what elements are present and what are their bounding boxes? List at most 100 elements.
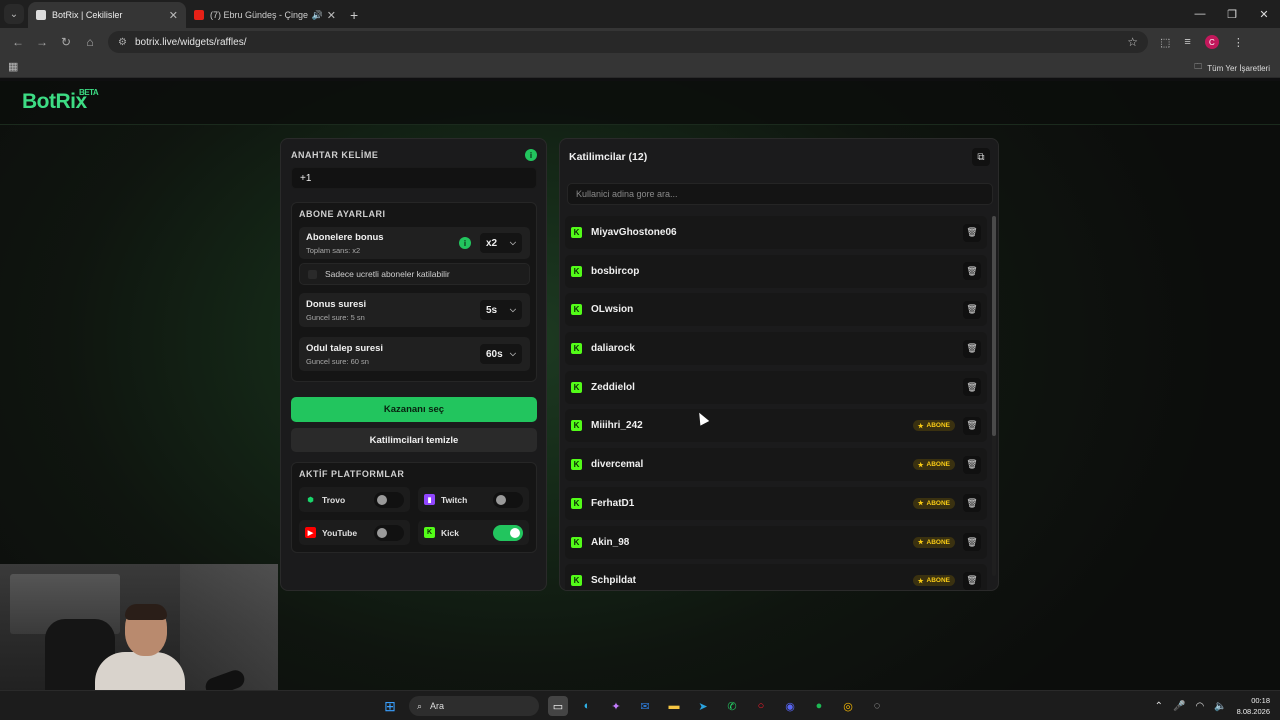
tab-botrix[interactable]: BotRix | Cekilisler ✕: [28, 2, 186, 28]
chrome-icon[interactable]: ◎: [838, 696, 858, 716]
menu-icon[interactable]: ⋮: [1233, 36, 1244, 49]
platform-name: Kick: [441, 527, 459, 538]
pick-winner-button[interactable]: Kazananı seç: [291, 397, 537, 422]
kick-icon: K: [571, 304, 582, 316]
forward-icon[interactable]: →: [30, 35, 54, 49]
wifi-icon[interactable]: ◠: [1195, 701, 1204, 712]
clear-participants-button[interactable]: Katilimcilari temizle: [291, 428, 537, 452]
speaker-icon[interactable]: 🔊: [312, 10, 323, 21]
subscriber-settings-title: ABONE AYARLARI: [299, 209, 386, 219]
subscriber-bonus-select[interactable]: x2 ⌵: [480, 233, 522, 253]
claim-time-select[interactable]: 60s ⌵: [480, 344, 522, 364]
edge-icon[interactable]: ◐: [577, 696, 597, 716]
extensions-icon[interactable]: ⬚: [1160, 36, 1170, 49]
beta-badge: BETA: [79, 88, 99, 97]
subscriber-bonus-desc: Toplam sans: x2: [306, 246, 361, 255]
close-window-icon[interactable]: ✕: [1248, 0, 1280, 28]
participant-row: K Zeddielol 🗑: [565, 370, 987, 404]
taskbar-search[interactable]: ⌕ Ara: [409, 696, 539, 716]
kick-icon: K: [571, 265, 582, 277]
claim-time-desc: Guncel sure: 60 sn: [306, 357, 369, 366]
paid-only-checkbox[interactable]: [308, 269, 317, 279]
botrix-logo[interactable]: BotRix BETA: [22, 88, 99, 114]
participant-search-input[interactable]: Kullanici adina gore ara...: [567, 183, 993, 205]
windows-start-icon[interactable]: ⊞: [380, 696, 400, 716]
subscriber-bonus-label: Abonelere bonus: [306, 232, 384, 243]
file-explorer-icon[interactable]: ▬: [664, 696, 684, 716]
youtube-toggle[interactable]: [374, 524, 404, 541]
participant-list-scrollbar[interactable]: [992, 216, 996, 576]
outlook-icon[interactable]: ✉: [635, 696, 655, 716]
delete-participant-icon[interactable]: 🗑: [963, 300, 981, 319]
platform-name: YouTube: [322, 527, 358, 538]
participant-row: K Schpildat ★ ABONE 🗑: [565, 564, 987, 590]
site-info-icon[interactable]: ⚙: [118, 37, 127, 48]
trovo-toggle[interactable]: [374, 491, 404, 508]
search-icon: ⌕: [417, 700, 423, 711]
close-tab-icon[interactable]: ✕: [169, 9, 178, 22]
tab-search-icon[interactable]: ⌄: [4, 4, 24, 24]
youtube-icon: ▶: [305, 527, 316, 538]
window-controls: — ❐ ✕: [1184, 0, 1280, 28]
microphone-icon[interactable]: 🎤: [1173, 701, 1185, 712]
delete-participant-icon[interactable]: 🗑: [963, 533, 981, 551]
back-icon[interactable]: ←: [6, 35, 30, 49]
minimize-icon[interactable]: —: [1184, 0, 1216, 28]
info-icon[interactable]: i: [525, 149, 537, 161]
volume-icon[interactable]: 🔈: [1214, 701, 1226, 712]
spotify-icon[interactable]: ●: [809, 696, 829, 716]
platform-name: Twitch: [441, 494, 468, 505]
twitch-toggle[interactable]: [493, 491, 523, 508]
info-icon[interactable]: i: [459, 237, 471, 249]
close-tab-icon[interactable]: ✕: [327, 9, 336, 22]
participant-row: K OLwsion 🗑: [565, 293, 987, 327]
platform-name: Trovo: [322, 494, 346, 505]
restore-icon[interactable]: ❐: [1216, 0, 1248, 28]
delete-participant-icon[interactable]: 🗑: [963, 571, 981, 590]
tab-title: (7) Ebru Gündeş - Çingeneler: [210, 10, 308, 20]
reload-icon[interactable]: ↻: [54, 35, 78, 49]
copilot-icon[interactable]: ✦: [606, 696, 626, 716]
profile-avatar[interactable]: C: [1204, 35, 1219, 49]
kick-toggle[interactable]: [493, 524, 523, 541]
participant-row: Kdivercemal ★ ABONE 🗑: [565, 448, 987, 482]
delete-participant-icon[interactable]: 🗑: [963, 262, 981, 281]
participant-row: K MiyavGhostone06 🗑: [565, 216, 987, 249]
delete-participant-icon[interactable]: 🗑: [963, 494, 981, 513]
obs-icon[interactable]: ◌: [867, 696, 887, 716]
keyword-input[interactable]: +1: [291, 167, 537, 189]
participant-name: Zeddielol: [591, 381, 635, 393]
copy-icon[interactable]: ⧉: [972, 148, 990, 166]
delete-participant-icon[interactable]: 🗑: [963, 378, 981, 397]
tray-expand-icon[interactable]: ⌃: [1155, 701, 1163, 712]
all-bookmarks[interactable]: 🗀 Tüm Yer İşaretleri: [1194, 61, 1270, 75]
apps-grid-icon[interactable]: ▦: [8, 60, 18, 73]
delete-participant-icon[interactable]: 🗑: [963, 339, 981, 358]
bookmark-star-icon[interactable]: ☆: [1127, 35, 1138, 49]
tab-youtube[interactable]: (7) Ebru Gündeş - Çingeneler 🔊 ✕: [186, 2, 344, 28]
discord-icon[interactable]: ◉: [780, 696, 800, 716]
delete-participant-icon[interactable]: 🗑: [963, 455, 981, 474]
star-icon: ★: [917, 500, 924, 508]
url-text: botrix.live/widgets/raffles/: [134, 36, 247, 48]
badge-label: ABONE: [926, 538, 950, 546]
participant-name: Schpildat: [591, 575, 637, 587]
telegram-icon[interactable]: ➤: [693, 696, 713, 716]
address-bar[interactable]: ⚙ botrix.live/widgets/raffles/ ☆: [108, 31, 1148, 53]
tab-title: BotRix | Cekilisler: [52, 10, 123, 20]
browser-tab-bar: ⌄ BotRix | Cekilisler ✕ (7) Ebru Gündeş …: [0, 0, 1280, 28]
media-control-icon[interactable]: ≡: [1184, 36, 1190, 48]
platforms-title: AKTİF PLATFORMLAR: [299, 469, 405, 479]
opera-icon[interactable]: ○: [751, 696, 771, 716]
task-view-icon[interactable]: ▭: [548, 696, 568, 716]
turn-time-select[interactable]: 5s ⌵: [480, 300, 522, 320]
home-icon[interactable]: ⌂: [78, 35, 102, 49]
logo-text: BotRix: [22, 90, 87, 113]
taskbar-clock[interactable]: 00:18 8.08.2026: [1237, 695, 1270, 717]
delete-participant-icon[interactable]: 🗑: [963, 416, 981, 435]
participant-name: MiyavGhostone06: [591, 227, 677, 238]
paid-only-checkbox-row[interactable]: Sadece ucretli aboneler katilabilir: [299, 263, 530, 285]
new-tab-icon[interactable]: +: [350, 7, 358, 23]
delete-participant-icon[interactable]: 🗑: [963, 223, 981, 242]
whatsapp-icon[interactable]: ✆: [722, 696, 742, 716]
